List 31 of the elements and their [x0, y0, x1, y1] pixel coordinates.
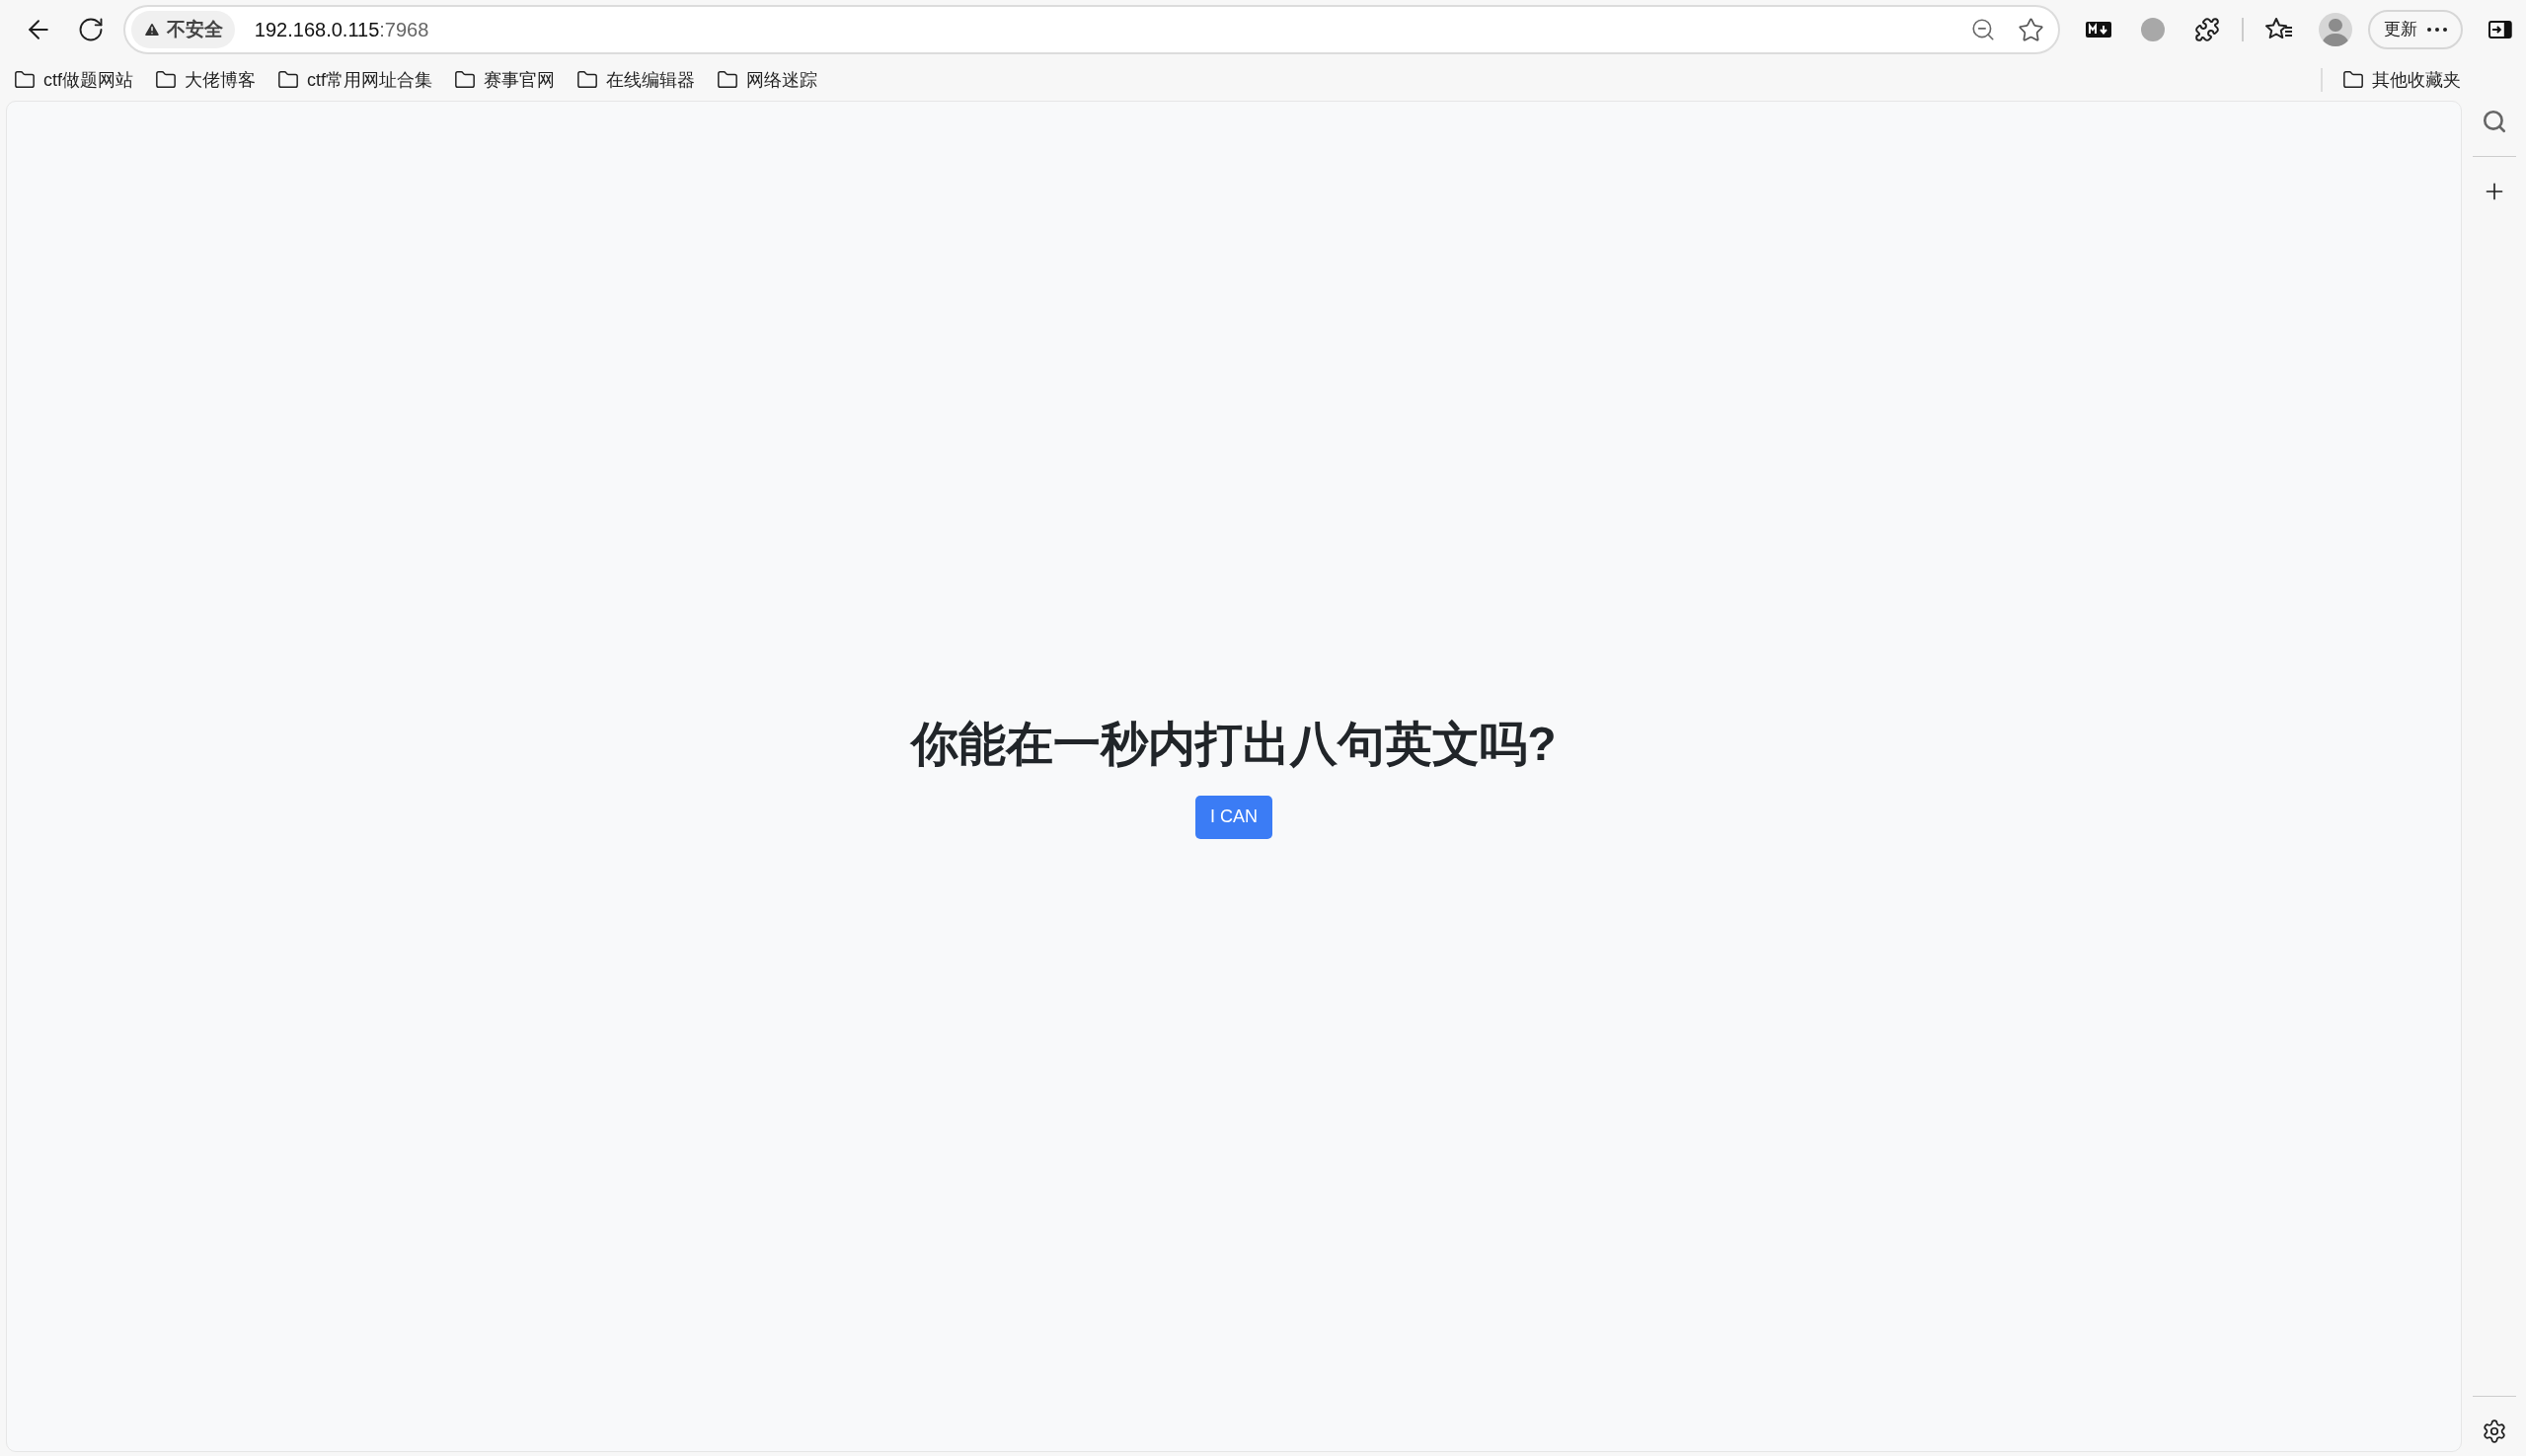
- profile-avatar[interactable]: [2319, 13, 2352, 46]
- bookmark-folder[interactable]: 赛事官网: [454, 64, 556, 96]
- extensions-icon[interactable]: [2194, 17, 2221, 42]
- folder-icon: [14, 69, 36, 91]
- bookmark-folder[interactable]: 在线编辑器: [576, 64, 696, 96]
- bookmark-folder[interactable]: 其他收藏夹: [2342, 64, 2461, 96]
- markdown-icon[interactable]: [2086, 22, 2112, 38]
- address-bar[interactable]: 不安全 192.168.0.115:7968: [122, 5, 2061, 54]
- star-icon[interactable]: [2018, 16, 2045, 43]
- folder-icon: [155, 69, 177, 91]
- warning-icon: [142, 21, 161, 38]
- security-chip[interactable]: 不安全: [130, 11, 235, 48]
- bookmark-folder[interactable]: ctf常用网址合集: [277, 64, 433, 96]
- page-heading: 你能在一秒内打出八句英文吗?: [911, 716, 1557, 772]
- update-button[interactable]: 更新: [2368, 10, 2464, 49]
- folder-icon: [576, 69, 599, 91]
- folder-icon: [454, 69, 477, 91]
- more-icon: [2427, 28, 2448, 32]
- security-label: 不安全: [166, 17, 223, 41]
- bookmark-folder[interactable]: 网络迷踪: [717, 64, 818, 96]
- sidebar-toggle-icon[interactable]: [2488, 21, 2512, 38]
- folder-icon: [277, 69, 299, 91]
- folder-icon: [2342, 69, 2364, 91]
- url-host: 192.168.0.115: [254, 18, 380, 42]
- settings-icon[interactable]: [2481, 1418, 2507, 1444]
- search-icon[interactable]: [2481, 109, 2507, 134]
- bookmark-folder[interactable]: 大佬博客: [155, 64, 256, 96]
- folder-icon: [717, 69, 739, 91]
- i-can-button[interactable]: I CAN: [1195, 795, 1272, 839]
- url-port: :7968: [379, 18, 429, 42]
- bookmark-folder[interactable]: ctf做题网站: [14, 64, 133, 96]
